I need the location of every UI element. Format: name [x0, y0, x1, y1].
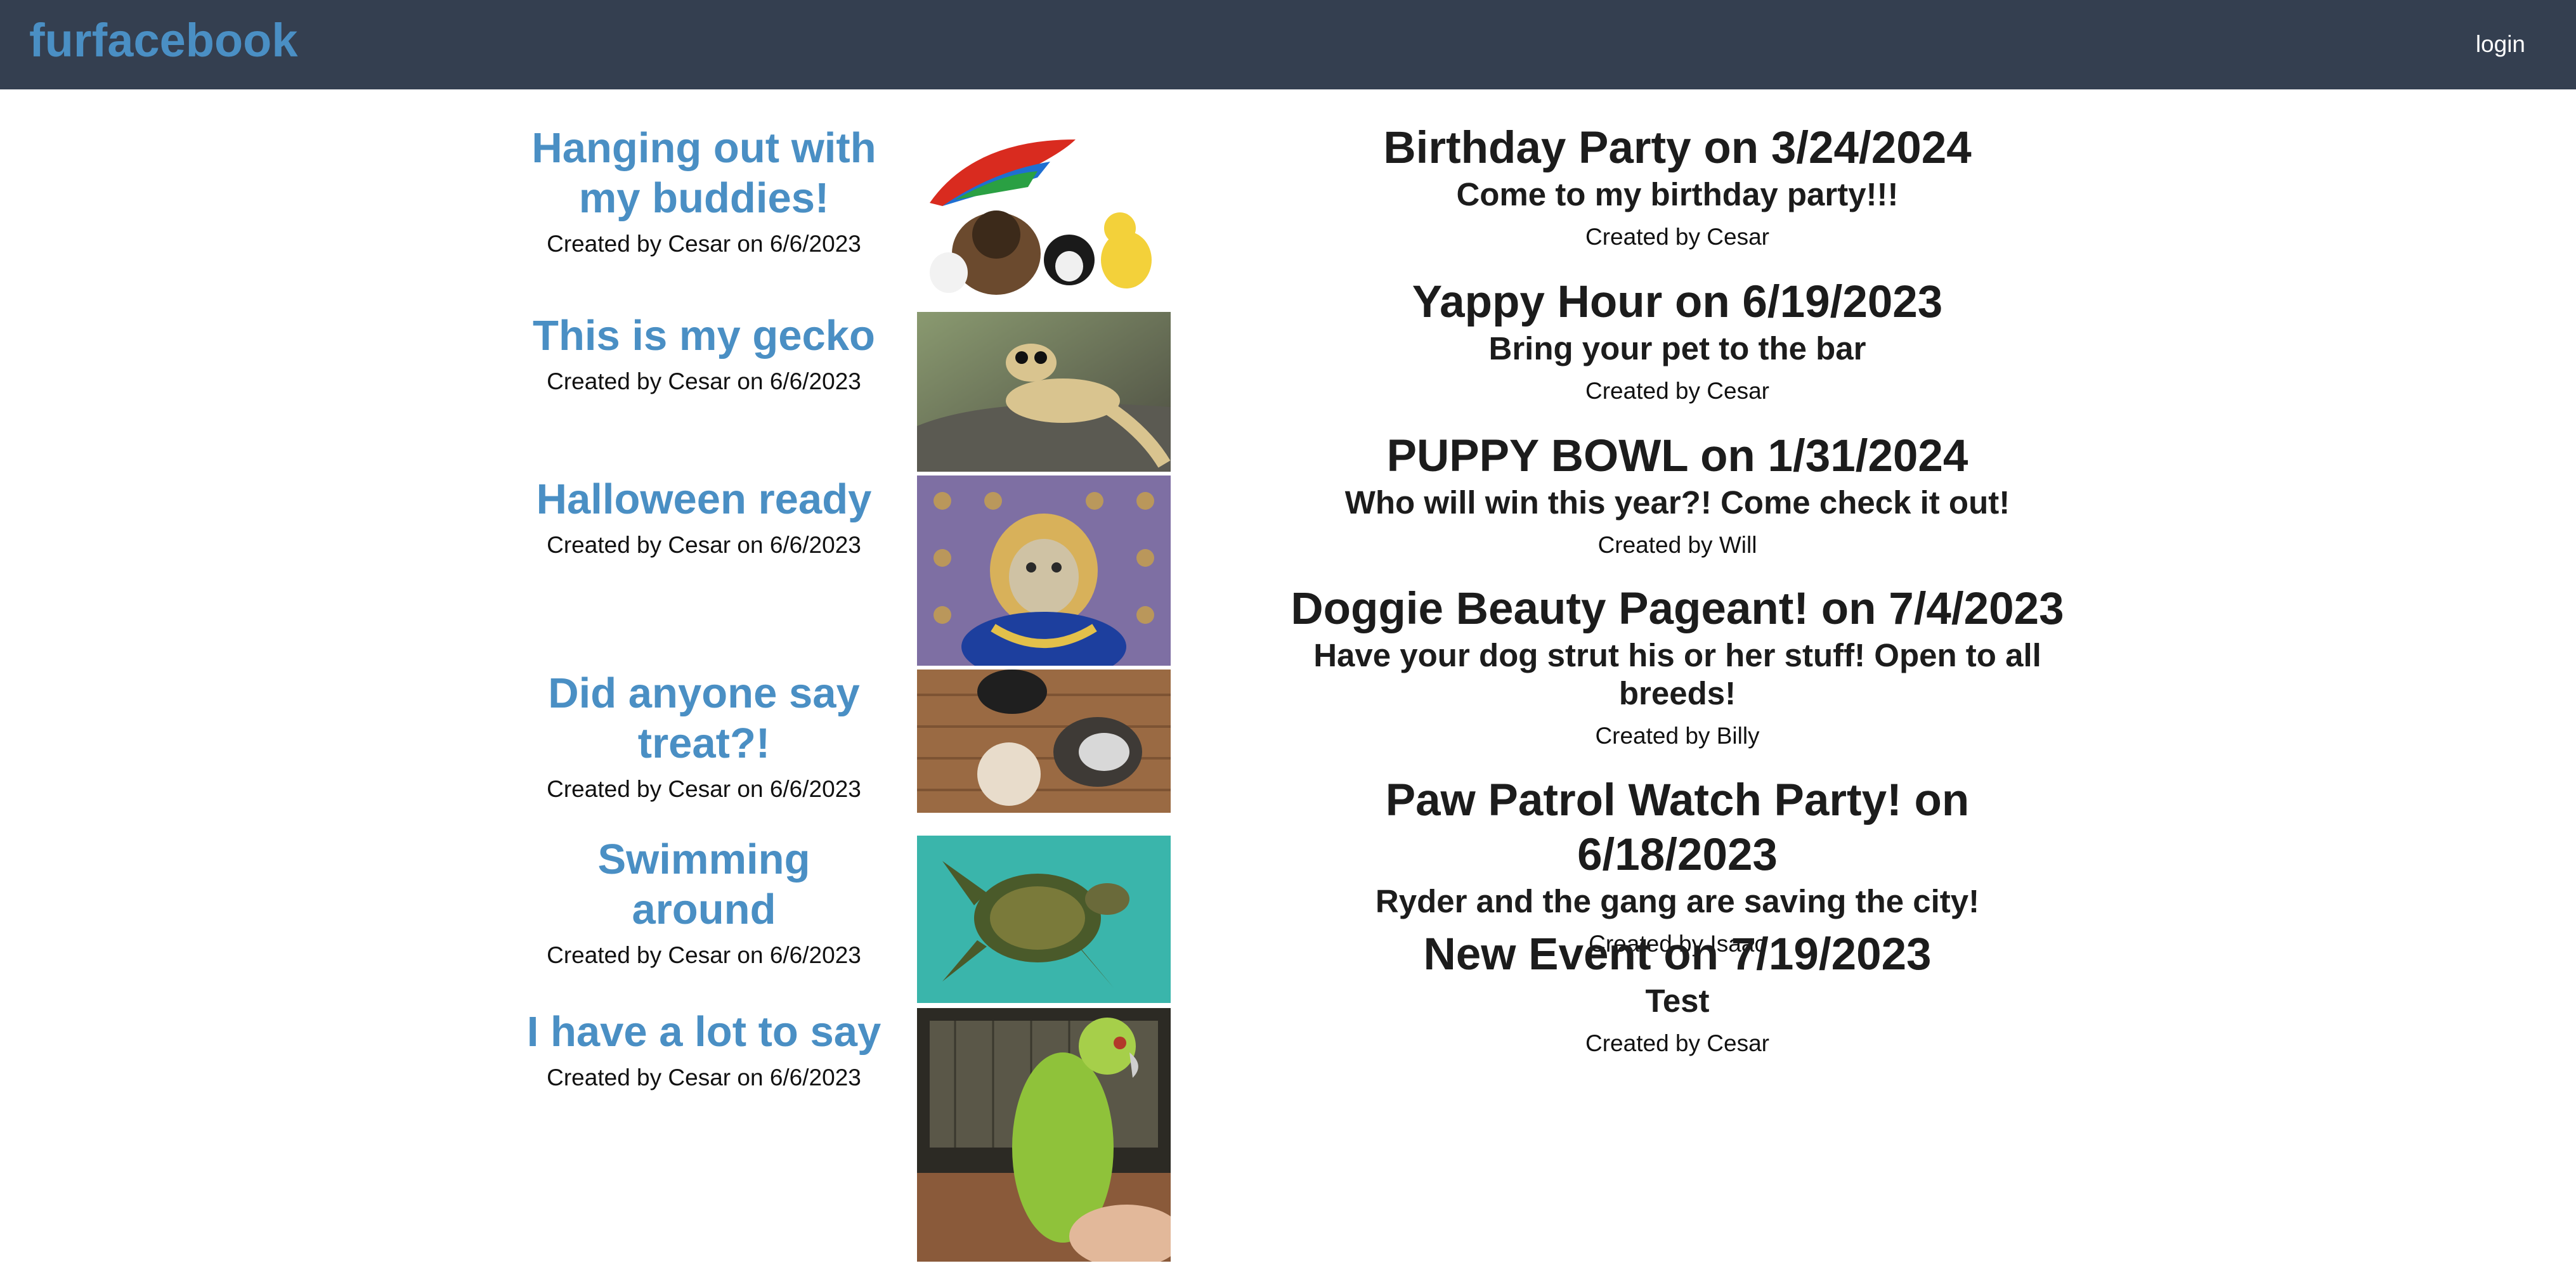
event-item: Birthday Party on 3/24/2024 Come to my b… [1287, 121, 2067, 253]
event-meta: Created by Cesar [1585, 1030, 1769, 1056]
post-item: I have a lot to say Created by Cesar on … [520, 1007, 888, 1094]
post-title[interactable]: Halloween ready [520, 474, 888, 524]
post-title[interactable]: Did anyone say treat?! [520, 668, 888, 768]
event-description: Have your dog strut his or her stuff! Op… [1313, 637, 2041, 711]
event-description: Test [1645, 983, 1710, 1019]
event-meta: Created by Will [1597, 532, 1757, 558]
post-title[interactable]: This is my gecko [520, 311, 888, 361]
event-description: Who will win this year?! Come check it o… [1344, 484, 2010, 521]
event-description: Come to my birthday party!!! [1456, 176, 1899, 212]
post-item: Halloween ready Created by Cesar on 6/6/… [520, 474, 888, 561]
event-item: PUPPY BOWL on 1/31/2024 Who will win thi… [1287, 429, 2067, 561]
post-meta: Created by Cesar on 6/6/2023 [547, 532, 861, 558]
post-image[interactable] [917, 670, 1171, 813]
post-meta: Created by Cesar on 6/6/2023 [547, 942, 861, 968]
top-navbar: furfacebook login [0, 0, 2576, 89]
event-item: Doggie Beauty Pageant! on 7/4/2023 Have … [1287, 582, 2067, 752]
post-item: Did anyone say treat?! Created by Cesar … [520, 668, 888, 805]
post-meta: Created by Cesar on 6/6/2023 [547, 368, 861, 394]
post-image[interactable] [917, 476, 1171, 666]
event-title[interactable]: Birthday Party on 3/24/2024 [1287, 121, 2067, 176]
login-link[interactable]: login [2476, 27, 2525, 62]
event-title[interactable]: Yappy Hour on 6/19/2023 [1287, 275, 2067, 330]
event-meta: Created by Cesar [1585, 378, 1769, 404]
event-item: Yappy Hour on 6/19/2023 Bring your pet t… [1287, 275, 2067, 407]
event-description: Bring your pet to the bar [1488, 330, 1866, 366]
event-title[interactable]: PUPPY BOWL on 1/31/2024 [1287, 429, 2067, 484]
brand-logo-link[interactable]: furfacebook [29, 9, 298, 72]
post-meta: Created by Cesar on 6/6/2023 [547, 1064, 861, 1090]
cat-costume-photo [917, 476, 1171, 666]
post-meta: Created by Cesar on 6/6/2023 [547, 231, 861, 257]
post-image[interactable] [917, 1008, 1171, 1262]
event-meta: Created by Cesar [1585, 224, 1769, 250]
event-title[interactable]: Doggie Beauty Pageant! on 7/4/2023 [1287, 582, 2067, 637]
event-title[interactable]: Paw Patrol Watch Party! on 6/18/2023 [1287, 773, 2067, 883]
parrot-dog-kittens-duckling-photo [917, 127, 1171, 298]
event-meta: Created by Billy [1595, 723, 1760, 749]
sea-turtle-photo [917, 836, 1171, 1003]
three-dogs-photo [917, 670, 1171, 813]
event-item: New Event on 7/19/2023 Test Created by C… [1287, 928, 2067, 1059]
post-item: Hanging out with my buddies! Created by … [520, 123, 888, 260]
post-item: This is my gecko Created by Cesar on 6/6… [520, 311, 888, 398]
post-image[interactable] [917, 836, 1171, 1003]
post-meta: Created by Cesar on 6/6/2023 [547, 776, 861, 802]
event-description: Ryder and the gang are saving the city! [1375, 883, 1980, 919]
event-title[interactable]: New Event on 7/19/2023 [1287, 928, 2067, 982]
post-title[interactable]: Hanging out with my buddies! [520, 123, 888, 223]
post-image[interactable] [917, 127, 1171, 298]
post-item: Swimming around Created by Cesar on 6/6/… [520, 834, 888, 971]
green-parrot-photo [917, 1008, 1171, 1262]
post-title[interactable]: I have a lot to say [520, 1007, 888, 1057]
post-title[interactable]: Swimming around [520, 834, 888, 935]
post-image[interactable] [917, 312, 1171, 472]
gecko-photo [917, 312, 1171, 472]
